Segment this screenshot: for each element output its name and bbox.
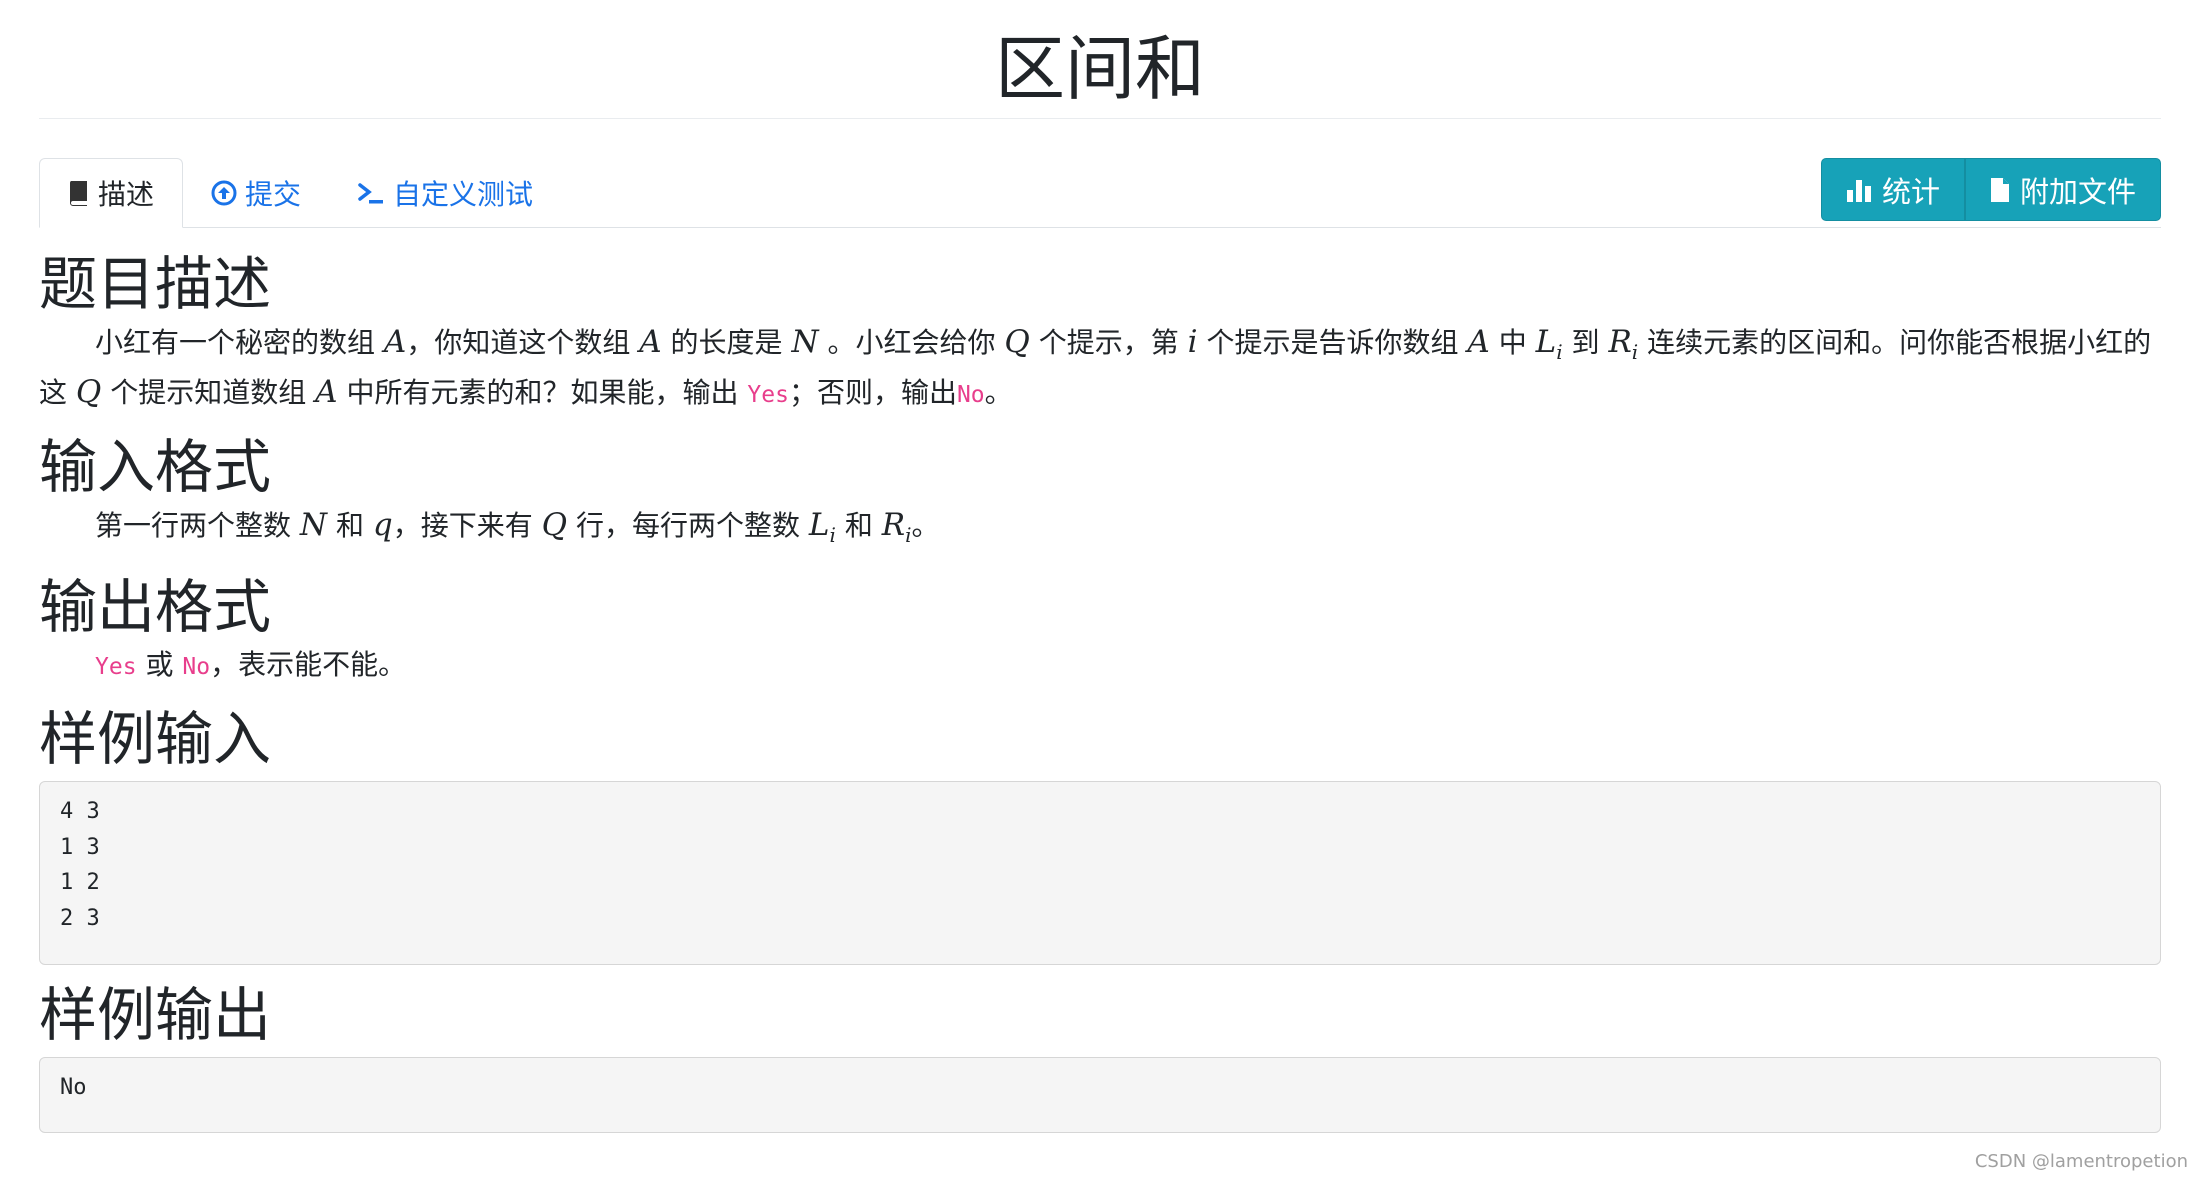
math-var: A xyxy=(639,324,662,360)
math-var: N xyxy=(791,324,819,360)
text: 和 xyxy=(335,509,364,543)
terminal-icon xyxy=(357,181,385,205)
sample-output-heading: 样例输出 xyxy=(39,981,272,1050)
math-letter: L xyxy=(1535,324,1557,360)
text: 个提示，第 xyxy=(1038,326,1179,359)
tab-submit-label: 提交 xyxy=(245,177,302,211)
output-format-heading: 输出格式 xyxy=(39,573,272,642)
math-var: Ri xyxy=(881,507,912,547)
text: 行，每行两个整数 xyxy=(575,509,800,543)
input-format-section: 输入格式 第一行两个整数 N 和 q，接下来有 Q 行，每行两个整数 Li 和 … xyxy=(39,431,2161,555)
math-var: A xyxy=(1467,324,1490,360)
page-title: 区间和 xyxy=(39,0,2161,119)
text: 或 xyxy=(145,648,174,682)
book-icon xyxy=(68,180,90,206)
math-var: i xyxy=(1187,324,1198,360)
code-no: No xyxy=(956,382,985,409)
statistics-button-label: 统计 xyxy=(1881,174,1940,209)
math-var: Q xyxy=(75,374,102,411)
watermark: CSDN @lamentropetion xyxy=(1974,1151,2188,1172)
math-var: Ri xyxy=(1608,324,1638,364)
code-yes: Yes xyxy=(95,654,137,681)
text: 第一行两个整数 xyxy=(95,509,292,543)
text: 。小红会给你 xyxy=(827,326,996,359)
text: ，接下来有 xyxy=(392,509,533,543)
sample-input-section: 样例输入 4 3 1 3 1 2 2 3 xyxy=(39,703,2161,966)
description-heading: 题目描述 xyxy=(39,250,272,318)
math-subscript: i xyxy=(829,523,836,548)
math-letter: L xyxy=(808,507,830,544)
text: 。 xyxy=(911,509,940,543)
input-format-text: 第一行两个整数 N 和 q，接下来有 Q 行，每行两个整数 Li 和 Ri。 xyxy=(39,505,2161,555)
tab-submit[interactable]: 提交 xyxy=(183,158,329,227)
sample-input-heading: 样例输入 xyxy=(39,705,272,774)
tab-bar: 描述 提交 自定义测试 统计 附加文件 xyxy=(39,158,2161,228)
math-var: Li xyxy=(808,507,836,547)
math-var: Li xyxy=(1535,324,1563,364)
sample-output-section: 样例输出 No xyxy=(39,979,2161,1134)
text: ，你知道这个数组 xyxy=(406,326,631,359)
text: 和 xyxy=(844,509,873,543)
text: 中所有元素的和？如果能，输出 xyxy=(346,376,739,410)
math-var: A xyxy=(383,324,407,360)
math-var: q xyxy=(372,507,393,544)
problem-page: 区间和 描述 提交 自定义测试 统计 附加文件 题目描述 小红有一个秘密的数组 … xyxy=(0,0,2200,1184)
tab-actions: 统计 附加文件 xyxy=(1820,158,2161,221)
text: 。 xyxy=(984,376,1013,410)
math-letter: R xyxy=(881,507,906,544)
output-format-section: 输出格式 Yes 或 No，表示能不能。 xyxy=(39,571,2161,687)
tab-description[interactable]: 描述 xyxy=(39,158,184,228)
bar-chart-icon xyxy=(1846,178,1872,202)
math-var: N xyxy=(299,507,328,544)
math-subscript: i xyxy=(1631,340,1639,365)
tab-custom-test-label: 自定义测试 xyxy=(393,177,534,211)
text: ；否则，输出 xyxy=(788,376,957,410)
text: 的长度是 xyxy=(670,326,783,359)
math-subscript: i xyxy=(1556,340,1563,365)
math-var: A xyxy=(315,374,338,411)
text: 小红有一个秘密的数组 xyxy=(95,326,376,359)
math-letter: R xyxy=(1608,324,1632,360)
output-format-text: Yes 或 No，表示能不能。 xyxy=(39,645,2161,687)
description-section: 题目描述 小红有一个秘密的数组 A，你知道这个数组 A 的长度是 N 。小红会给… xyxy=(39,248,2161,415)
text: 中 xyxy=(1498,326,1527,359)
sample-output-block: No xyxy=(39,1057,2161,1134)
text: 到 xyxy=(1571,326,1600,359)
tab-custom-test[interactable]: 自定义测试 xyxy=(329,158,561,227)
file-icon xyxy=(1990,177,2010,203)
math-var: Q xyxy=(1004,324,1030,360)
attachments-button[interactable]: 附加文件 xyxy=(1964,158,2161,221)
sample-input-block: 4 3 1 3 1 2 2 3 xyxy=(39,781,2161,966)
statistics-button[interactable]: 统计 xyxy=(1820,158,1965,221)
text: 个提示知道数组 xyxy=(110,376,307,410)
tab-description-label: 描述 xyxy=(98,178,155,211)
description-text: 小红有一个秘密的数组 A，你知道这个数组 A 的长度是 N 。小红会给你 Q 个… xyxy=(39,322,2161,415)
math-var: Q xyxy=(541,507,568,544)
code-yes: Yes xyxy=(747,382,789,409)
code-no: No xyxy=(182,654,211,681)
upload-circle-icon xyxy=(211,180,237,206)
text: ，表示能不能。 xyxy=(210,648,407,682)
attachments-button-label: 附加文件 xyxy=(2019,174,2136,209)
input-format-heading: 输入格式 xyxy=(39,433,272,502)
text: 个提示是告诉你数组 xyxy=(1206,326,1459,359)
